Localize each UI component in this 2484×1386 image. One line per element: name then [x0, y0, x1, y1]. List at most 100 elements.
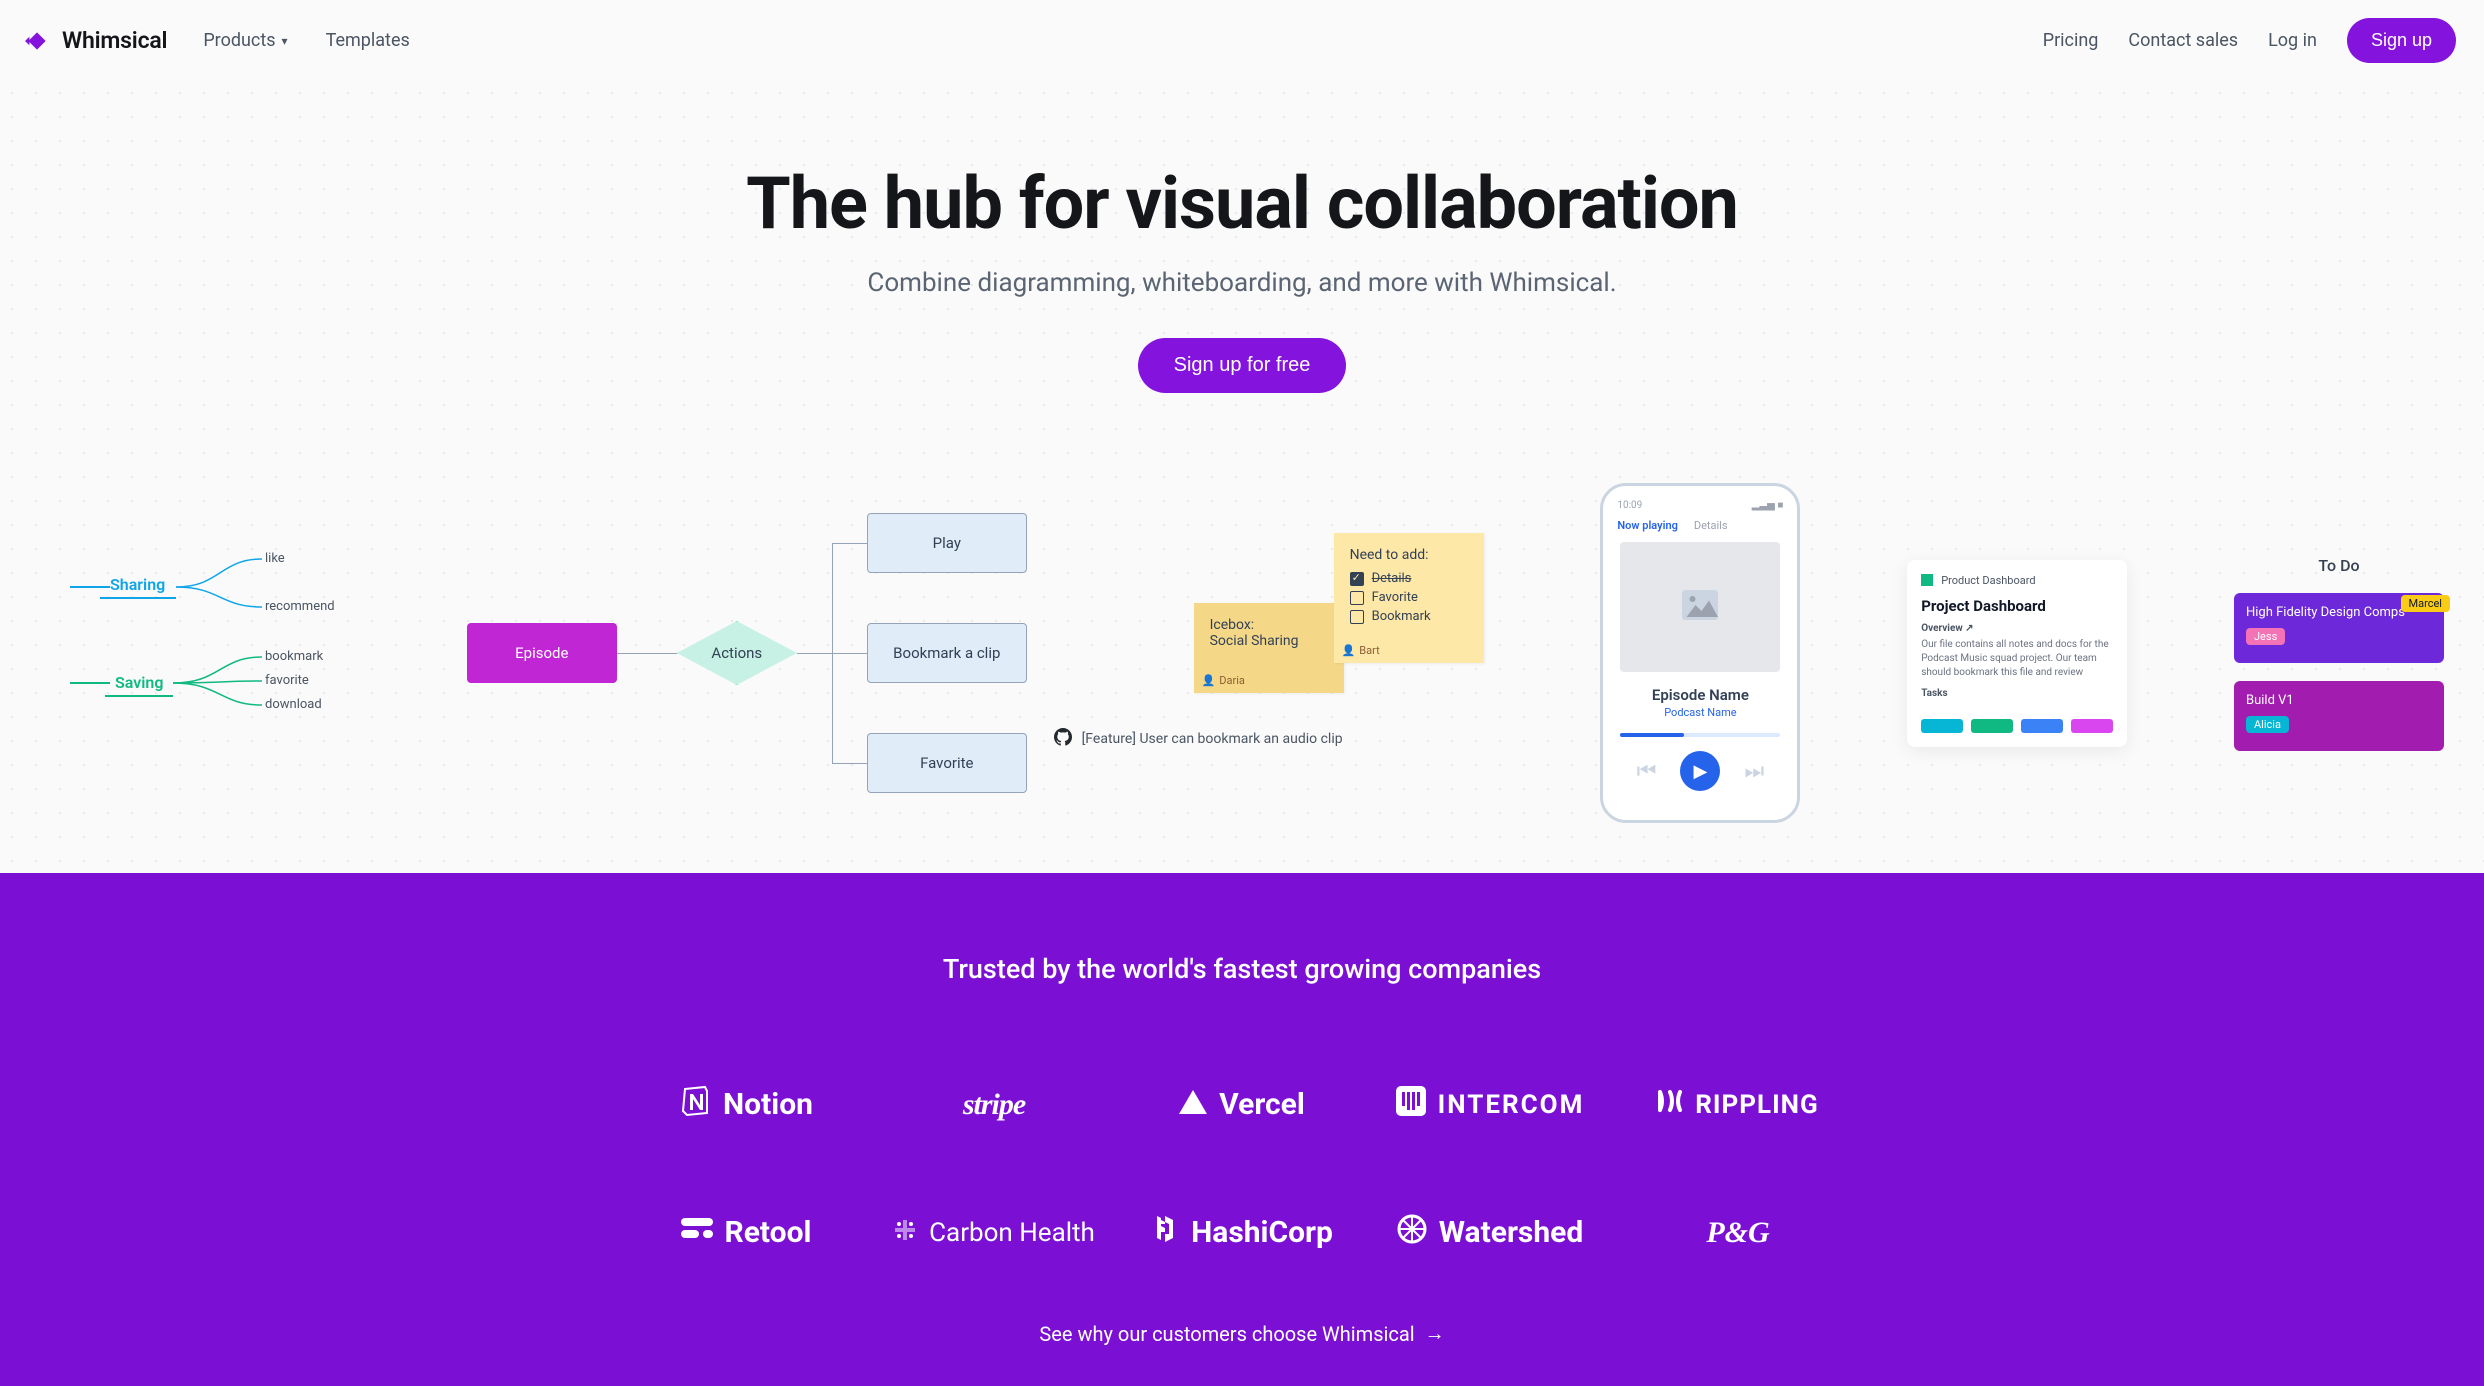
- kanban-card-2: Build V1 Alicia: [2234, 681, 2444, 751]
- sticky-need-user: 👤 Bart: [1342, 644, 1380, 657]
- square-icon: [1921, 574, 1933, 586]
- dash-task-bars: [1921, 719, 2113, 733]
- sticky-need-title: Need to add:: [1350, 547, 1468, 563]
- logo-pg: P&G: [1706, 1216, 1769, 1250]
- play-icon: ▶: [1680, 751, 1720, 791]
- rippling-icon: [1657, 1088, 1683, 1121]
- illus-stickies: Icebox: Social Sharing 👤 Daria Need to a…: [1194, 533, 1494, 773]
- dash-tasks-label: Tasks: [1921, 688, 2113, 699]
- intercom-icon: [1396, 1086, 1426, 1123]
- checkbox-icon: [1350, 610, 1364, 624]
- phone-tab-now-playing: Now playing: [1617, 519, 1677, 532]
- signup-button[interactable]: Sign up: [2347, 18, 2456, 63]
- sticky-item-bookmark: Bookmark: [1372, 609, 1431, 624]
- logo-retool: Retool: [681, 1215, 812, 1250]
- customers-cta-label: See why our customers choose Whimsical: [1039, 1322, 1414, 1346]
- dash-title: Project Dashboard: [1921, 597, 2113, 615]
- flow-node-actions: Actions: [677, 621, 797, 685]
- flow-node-favorite: Favorite: [867, 733, 1027, 793]
- phone-progress-bar: [1620, 733, 1780, 737]
- site-header: Whimsical Products ▾ Templates Pricing C…: [0, 0, 2484, 81]
- brand-logo[interactable]: Whimsical: [24, 27, 167, 54]
- mindmap-leaf-favorite: favorite: [265, 673, 309, 688]
- rewind-icon: ⏮: [1637, 759, 1657, 784]
- sticky-icebox: Icebox: Social Sharing 👤 Daria: [1194, 603, 1344, 693]
- kanban-card-2-title: Build V1: [2246, 693, 2432, 708]
- sticky-need-to-add: Need to add: Details Favorite Bookmark 👤…: [1334, 533, 1484, 663]
- mindmap-leaf-like: like: [265, 551, 285, 566]
- chevron-down-icon: ▾: [282, 34, 288, 48]
- customers-cta-link[interactable]: See why our customers choose Whimsical →: [1039, 1321, 1444, 1346]
- mindmap-leaf-recommend: recommend: [265, 599, 335, 614]
- phone-tab-details: Details: [1694, 519, 1728, 532]
- link-contact-sales[interactable]: Contact sales: [2128, 30, 2238, 51]
- logo-intercom: INTERCOM: [1396, 1086, 1585, 1123]
- sticky-icebox-user: 👤 Daria: [1202, 674, 1245, 687]
- trusted-by-heading: Trusted by the world's fastest growing c…: [0, 953, 2484, 985]
- dash-body-text: Our file contains all notes and docs for…: [1921, 638, 2113, 678]
- hashicorp-icon: [1151, 1214, 1179, 1251]
- phone-cover-placeholder: [1620, 542, 1780, 672]
- watershed-icon: [1397, 1214, 1427, 1251]
- illus-flowchart: Episode Actions Play Bookmark a clip Fav…: [467, 513, 1087, 793]
- checkbox-icon: [1350, 591, 1364, 605]
- nav-products-label: Products: [203, 30, 275, 51]
- phone-podcast-name: Podcast Name: [1664, 706, 1736, 719]
- vercel-icon: [1179, 1088, 1207, 1121]
- logo-stripe: stripe: [963, 1088, 1025, 1122]
- github-issue-row: [Feature] User can bookmark an audio cli…: [1054, 728, 1454, 750]
- illus-phone-wireframe: 10:09 ▂▃▅ ■ Now playing Details Episode …: [1600, 483, 1800, 823]
- hero-illustration-strip: Sharing Saving like recommend bookmark f…: [0, 483, 2484, 873]
- kanban-label-alicia: Alicia: [2246, 716, 2289, 733]
- brand-name: Whimsical: [62, 27, 167, 54]
- logo-vercel: Vercel: [1179, 1087, 1305, 1122]
- customer-logos-grid: Notion stripe Vercel INTERCOM RIPPLING R…: [642, 1085, 1842, 1251]
- kanban-label-marcel: Marcel: [2401, 595, 2450, 612]
- phone-signal-icon: ▂▃▅ ■: [1752, 500, 1784, 511]
- mindmap-node-sharing: Sharing: [110, 575, 165, 594]
- brand-logo-icon: [24, 28, 50, 54]
- sticky-item-favorite: Favorite: [1372, 590, 1418, 605]
- kanban-card-1: Marcel High Fidelity Design Comps Jess: [2234, 593, 2444, 663]
- link-pricing[interactable]: Pricing: [2043, 30, 2099, 51]
- flow-node-play: Play: [867, 513, 1027, 573]
- logo-rippling: RIPPLING: [1657, 1088, 1819, 1121]
- nav-products[interactable]: Products ▾: [203, 30, 287, 51]
- phone-episode-name: Episode Name: [1652, 686, 1749, 704]
- nav-templates-label: Templates: [326, 30, 410, 51]
- dash-tab-label: Product Dashboard: [1941, 574, 2035, 587]
- sticky-item-details: Details: [1372, 571, 1412, 586]
- flow-node-bookmark: Bookmark a clip: [867, 623, 1027, 683]
- forward-icon: ⏭: [1744, 759, 1764, 784]
- image-placeholder-icon: [1682, 590, 1718, 624]
- logo-notion: Notion: [679, 1085, 813, 1124]
- nav-templates[interactable]: Templates: [326, 30, 410, 51]
- hero-title: The hub for visual collaboration: [0, 161, 2484, 246]
- hero-section: The hub for visual collaboration Combine…: [0, 81, 2484, 873]
- github-issue-title: [Feature] User can bookmark an audio cli…: [1082, 731, 1343, 747]
- arrow-right-icon: →: [1425, 1321, 1445, 1346]
- dash-overview-label: Overview ↗: [1921, 623, 2113, 634]
- flow-node-episode: Episode: [467, 623, 617, 683]
- hero-subtitle: Combine diagramming, whiteboarding, and …: [0, 268, 2484, 298]
- illus-mindmap: Sharing Saving like recommend bookmark f…: [40, 543, 360, 763]
- logo-carbon-health: Carbon Health: [893, 1216, 1095, 1249]
- illus-dashboard-card: Product Dashboard Project Dashboard Over…: [1907, 560, 2127, 747]
- retool-icon: [681, 1216, 713, 1249]
- logo-hashicorp: HashiCorp: [1151, 1214, 1333, 1251]
- trusted-by-section: Trusted by the world's fastest growing c…: [0, 873, 2484, 1386]
- kanban-label-jess: Jess: [2246, 628, 2285, 645]
- checkbox-icon: [1350, 572, 1364, 586]
- mindmap-leaf-download: download: [265, 697, 322, 712]
- carbon-health-icon: [893, 1216, 917, 1249]
- primary-nav: Products ▾ Templates: [203, 30, 409, 51]
- github-icon: [1054, 728, 1072, 750]
- logo-watershed: Watershed: [1397, 1214, 1583, 1251]
- link-login[interactable]: Log in: [2268, 30, 2317, 51]
- illus-kanban: To Do Marcel High Fidelity Design Comps …: [2234, 556, 2444, 751]
- sticky-icebox-line1: Icebox:: [1210, 617, 1328, 633]
- notion-icon: [679, 1085, 711, 1124]
- mindmap-leaf-bookmark: bookmark: [265, 649, 323, 664]
- hero-signup-button[interactable]: Sign up for free: [1138, 338, 1347, 393]
- sticky-icebox-line2: Social Sharing: [1210, 633, 1328, 649]
